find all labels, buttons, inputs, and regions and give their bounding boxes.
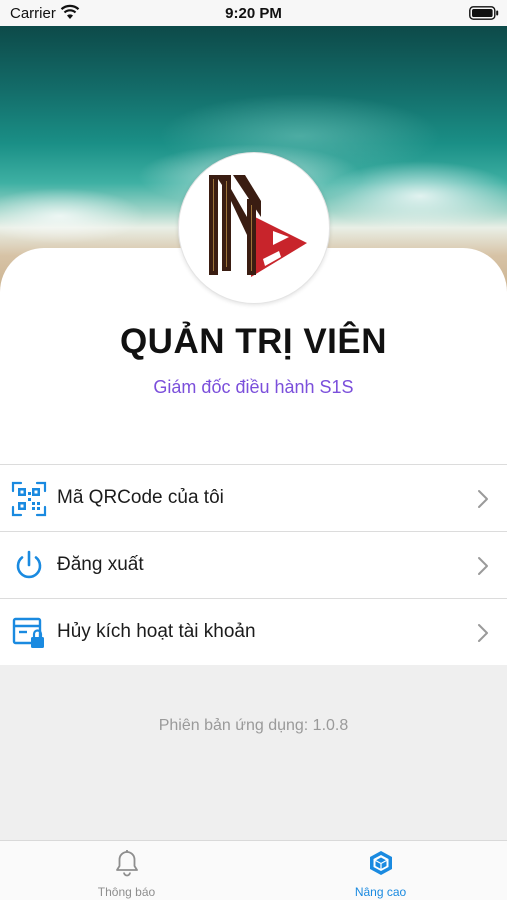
battery-icon [469, 6, 499, 20]
clock: 9:20 PM [225, 5, 282, 22]
cube-icon [369, 851, 392, 875]
profile-role: Giám đốc điều hành S1S [153, 377, 354, 397]
tab-notifications[interactable]: Thông báo [0, 841, 253, 900]
qrcode-icon [11, 481, 47, 517]
menu-item-label: Mã QRCode của tôi [57, 487, 224, 508]
chevron-right-icon [478, 557, 488, 575]
menu-item-deactivate-account[interactable]: Hủy kích hoạt tài khoản [0, 599, 507, 666]
menu-item-label: Hủy kích hoạt tài khoản [57, 621, 256, 642]
app-version-label: Phiên bản ứng dụng: 1.0.8 [158, 717, 349, 734]
menu-item-label: Đăng xuất [57, 554, 144, 575]
footer-area: Phiên bản ứng dụng: 1.0.8 [0, 665, 507, 840]
s1s-logo-icon [209, 175, 307, 277]
power-icon [16, 550, 42, 579]
status-bar: Carrier 9:20 PM [0, 0, 507, 26]
tab-bar: Thông báo Nâng cao [0, 840, 507, 900]
chevron-right-icon [478, 490, 488, 508]
tab-label: Nâng cao [354, 885, 407, 899]
profile-name: QUẢN TRỊ VIÊN [119, 322, 388, 361]
deactivate-account-icon [12, 617, 44, 648]
settings-menu: Mã QRCode của tôi Đăng xuất Hủy kích hoạ… [0, 464, 507, 665]
tab-label: Thông báo [97, 885, 156, 899]
menu-item-my-qrcode[interactable]: Mã QRCode của tôi [0, 465, 507, 532]
tab-advanced[interactable]: Nâng cao [254, 841, 507, 900]
chevron-right-icon [478, 624, 488, 642]
bell-icon [115, 850, 138, 877]
menu-item-logout[interactable]: Đăng xuất [0, 532, 507, 599]
avatar[interactable] [178, 152, 330, 304]
